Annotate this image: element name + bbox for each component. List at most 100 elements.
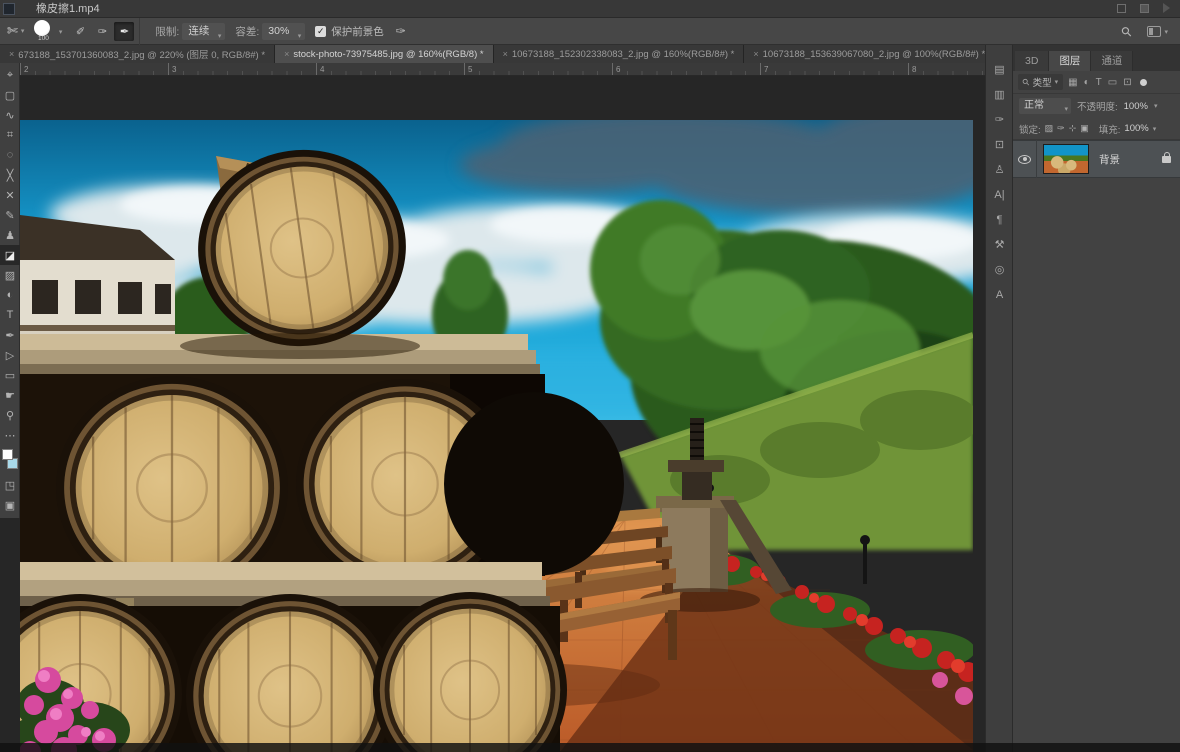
lock-icon-group: ▨ ✑ ⊹ ▣	[1045, 123, 1089, 134]
character-styles-panel-icon[interactable]: ♙	[986, 157, 1013, 182]
filter-smart-objects-icon[interactable]: ⊡	[1123, 77, 1131, 88]
brush-size-value: 100	[37, 34, 49, 42]
path-selection-tool[interactable]: ▷	[0, 345, 20, 365]
more-tools-button[interactable]: ⋯	[0, 425, 20, 445]
tab-close-icon[interactable]: ×	[753, 49, 758, 59]
lock-label: 锁定:	[1019, 124, 1041, 136]
tab-layers[interactable]: 图层	[1049, 51, 1092, 71]
limits-dropdown[interactable]: 连续 ▾	[182, 22, 226, 40]
filter-shape-layers-icon[interactable]: ▭	[1108, 77, 1117, 88]
play-icon[interactable]	[1163, 3, 1170, 13]
protect-foreground-group[interactable]: ✓ 保护前景色	[315, 24, 384, 39]
foreground-color-swatch[interactable]	[2, 449, 13, 460]
document-tab[interactable]: × 10673188_153639067080_2.jpg @ 100%(RGB…	[744, 45, 985, 63]
color-swatches[interactable]	[0, 447, 20, 473]
brush-preset-picker[interactable]: 100 ▾	[30, 18, 62, 45]
sampling-continuous-button[interactable]: ✐	[70, 22, 90, 41]
lock-transparency-icon[interactable]: ▨	[1045, 123, 1054, 134]
crop-tool[interactable]: ⌗	[0, 125, 20, 145]
panel-tab-bar: 3D 图层 通道	[1013, 45, 1180, 71]
tab-3d[interactable]: 3D	[1015, 51, 1050, 71]
tolerance-value: 30%	[268, 24, 290, 37]
lock-all-icon[interactable]: ▣	[1080, 123, 1089, 134]
filter-icon-group: ▦ ◐ T ▭ ⊡	[1068, 77, 1131, 88]
search-icon[interactable]: ⚲	[1118, 22, 1136, 40]
move-tool[interactable]: ⌖	[0, 65, 20, 85]
background-eraser-icon: ✄	[7, 23, 18, 38]
hand-tool[interactable]: ☛	[0, 385, 20, 405]
lock-image-icon[interactable]: ✑	[1057, 123, 1065, 134]
layer-thumbnail[interactable]	[1043, 144, 1089, 174]
blend-mode-row: 正常 ▾ 不透明度: 100% ▾	[1013, 94, 1180, 118]
shape-tool[interactable]: ▭	[0, 365, 20, 385]
ruler-number: 8	[912, 65, 917, 74]
maximize-icon[interactable]	[1140, 3, 1149, 13]
tab-close-icon[interactable]: ×	[9, 49, 14, 59]
sampling-once-button[interactable]: ✑	[92, 22, 112, 41]
healing-brush-tool[interactable]: ✕	[0, 185, 20, 205]
protect-foreground-checkbox[interactable]: ✓	[315, 25, 327, 37]
document-tab[interactable]: × 10673188_152302338083_2.jpg @ 160%(RGB…	[493, 45, 745, 63]
tab-close-icon[interactable]: ×	[503, 49, 508, 59]
character-panel-icon[interactable]: A|	[986, 182, 1013, 207]
clone-source-panel-icon[interactable]: ⊡	[986, 132, 1013, 157]
dodge-tool[interactable]: ◐	[0, 285, 20, 305]
fill-value[interactable]: 100%	[1124, 123, 1148, 134]
pen-tool[interactable]: ✒	[0, 325, 20, 345]
zoom-tool[interactable]: ⚲	[0, 405, 20, 425]
tab-label: 673188_153701360083_2.jpg @ 220% (图层 0, …	[18, 50, 266, 61]
brush-tool[interactable]: ✎	[0, 205, 20, 225]
tab-channels[interactable]: 通道	[1091, 51, 1134, 71]
ruler-number: 6	[616, 65, 621, 74]
lasso-tool[interactable]: ∿	[0, 105, 20, 125]
minimize-icon[interactable]	[1117, 3, 1126, 13]
layer-row-background[interactable]: 背景	[1013, 140, 1180, 178]
masks-panel-icon[interactable]: ◎	[986, 257, 1013, 282]
eraser-tool[interactable]: ◪	[0, 245, 20, 265]
tab-close-icon[interactable]: ×	[284, 49, 289, 59]
clone-stamp-tool[interactable]: ♟	[0, 225, 20, 245]
quick-mask-button[interactable]: ◳	[0, 475, 20, 495]
opacity-value[interactable]: 100%	[1124, 101, 1148, 112]
opacity-label: 不透明度:	[1077, 102, 1118, 113]
glyphs-panel-icon[interactable]: A	[986, 282, 1013, 307]
filter-toggle[interactable]	[1139, 78, 1147, 86]
filter-type-layers-icon[interactable]: T	[1096, 77, 1102, 88]
marquee-tool[interactable]: ▢	[0, 85, 20, 105]
gradient-tool[interactable]: ▨	[0, 265, 20, 285]
swatches-panel-icon[interactable]: ▥	[986, 82, 1013, 107]
document-tab-active[interactable]: × stock-photo-73975485.jpg @ 160%(RGB/8)…	[275, 45, 494, 63]
chevron-down-icon: ▾	[297, 32, 302, 40]
active-tool-badge[interactable]: ✄ ▾	[0, 23, 24, 39]
type-tool[interactable]: T	[0, 305, 20, 325]
ruler-number: 7	[764, 65, 769, 74]
document-tab[interactable]: × 673188_153701360083_2.jpg @ 220% (图层 0…	[0, 45, 276, 63]
filter-adjustment-layers-icon[interactable]: ◐	[1084, 77, 1090, 88]
brush-settings-panel-icon[interactable]: ✑	[986, 107, 1013, 132]
layer-filter-dropdown[interactable]: ⚲ 类型 ▾	[1018, 74, 1064, 90]
paragraph-panel-icon[interactable]: ¶	[986, 207, 1013, 232]
tool-presets-panel-icon[interactable]: ⚒	[986, 232, 1013, 257]
quick-selection-tool[interactable]: ◌	[0, 145, 20, 165]
tolerance-dropdown[interactable]: 30% ▾	[262, 22, 306, 40]
layer-filter-row: ⚲ 类型 ▾ ▦ ◐ T ▭ ⊡	[1013, 71, 1180, 94]
limits-value: 连续	[188, 24, 210, 37]
magic-wand-tool[interactable]: ╳	[0, 165, 20, 185]
lock-position-icon[interactable]: ⊹	[1069, 123, 1077, 134]
photo-canvas[interactable]	[20, 120, 973, 752]
layer-visibility-cell[interactable]	[1013, 140, 1037, 178]
ruler-number: 5	[468, 65, 473, 74]
chevron-down-icon: ▾	[217, 32, 222, 40]
screen-mode-button[interactable]: ▣	[0, 495, 20, 515]
horizontal-ruler: 2 3 4 5 6 7 8	[20, 63, 985, 76]
filter-pixel-layers-icon[interactable]: ▦	[1068, 77, 1077, 88]
tolerance-label: 容差:	[235, 25, 260, 38]
blend-mode-dropdown[interactable]: 正常 ▾	[1019, 98, 1071, 114]
airbrush-pressure-icon[interactable]: ✑	[396, 24, 406, 38]
sampling-background-swatch-button[interactable]: ✒	[114, 21, 135, 41]
photoshop-window: 橡皮擦1.mp4 ✄ ▾ 100 ▾ ✐ ✑ ✒ 限制: 连续 ▾ 容差: 30…	[0, 0, 1180, 752]
navigator-panel-icon[interactable]: ▤	[986, 57, 1013, 82]
fill-label: 填充:	[1098, 124, 1121, 136]
blend-mode-value: 正常	[1024, 100, 1044, 111]
workspace-switcher[interactable]: ▾	[1147, 26, 1168, 37]
